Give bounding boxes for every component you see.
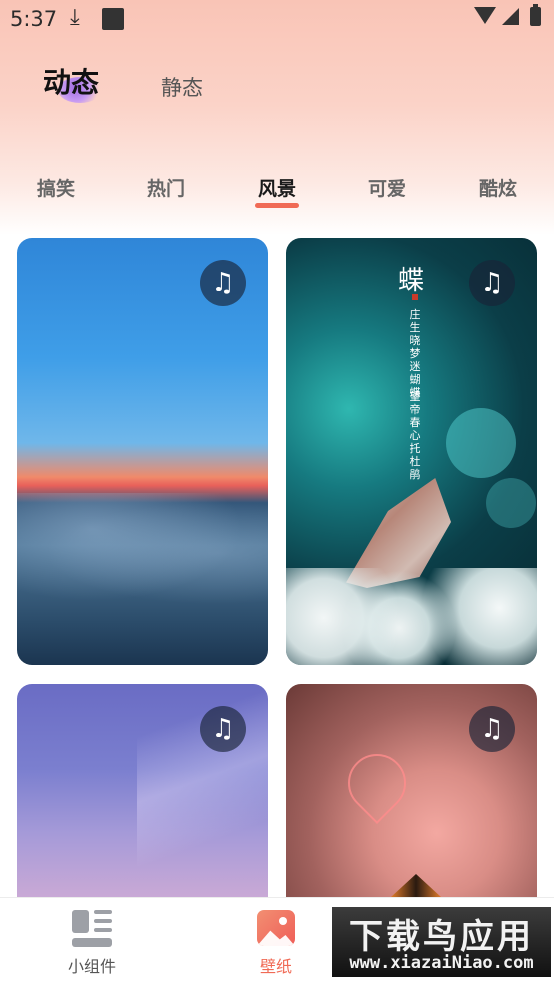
wallpaper-card[interactable]: ♫ <box>17 684 268 897</box>
heart-shape <box>335 741 419 825</box>
poem-line: 望帝春心托杜鹃 <box>409 390 421 481</box>
category-tab-scenery[interactable]: 风景 <box>232 174 322 201</box>
square-app-icon <box>102 8 124 30</box>
wallpaper-card[interactable]: ♫ <box>17 238 268 665</box>
category-tab-cute[interactable]: 可爱 <box>342 174 432 201</box>
tab-dynamic[interactable]: 动态 <box>43 61 99 101</box>
wallpaper-image-bokeh <box>486 478 536 528</box>
flowers-image <box>286 568 537 665</box>
watermark-logo: 下载鸟应用 www.xiazaiNiao.com <box>332 907 551 977</box>
mode-tabs: 动态 静态 <box>0 55 554 115</box>
music-note-icon[interactable]: ♫ <box>469 260 515 306</box>
signal-icon <box>502 8 519 25</box>
poem-title: 蝶 <box>398 266 425 296</box>
tab-static[interactable]: 静态 <box>161 72 203 102</box>
watermark-url: www.xiazaiNiao.com <box>349 953 534 973</box>
music-note-icon[interactable]: ♫ <box>200 706 246 752</box>
category-tab-funny[interactable]: 搞笑 <box>11 174 101 201</box>
wallpaper-image <box>446 408 516 478</box>
active-category-indicator <box>255 203 299 208</box>
wallpaper-image-icon <box>257 910 295 946</box>
download-arrow-icon: ⤓ <box>70 5 80 30</box>
wallpaper-card[interactable]: ♫ <box>286 684 537 897</box>
music-note-icon[interactable]: ♫ <box>200 260 246 306</box>
watermark-title: 下载鸟应用 <box>349 917 534 957</box>
wallpaper-card[interactable]: 蝶 庄生晓梦迷蝴蝶 望帝春心托杜鹃 ♫ <box>286 238 537 665</box>
widget-grid-icon <box>72 910 112 948</box>
status-bar: 5:37 ⤓ <box>0 0 554 38</box>
seal-mark <box>412 294 418 300</box>
wifi-icon <box>474 7 496 24</box>
butterfly-image <box>391 874 441 897</box>
wallpaper-image <box>17 493 268 613</box>
nav-label: 小组件 <box>67 957 116 976</box>
status-time: 5:37 <box>10 7 58 31</box>
nav-label: 壁纸 <box>259 957 292 976</box>
category-tab-hot[interactable]: 热门 <box>121 174 211 201</box>
poem-line: 庄生晓梦迷蝴蝶 <box>409 308 421 399</box>
music-note-icon[interactable]: ♫ <box>469 706 515 752</box>
battery-icon <box>530 4 541 26</box>
category-tabs: 搞笑 热门 风景 可爱 酷炫 <box>0 170 554 212</box>
category-tab-cool[interactable]: 酷炫 <box>453 174 543 201</box>
